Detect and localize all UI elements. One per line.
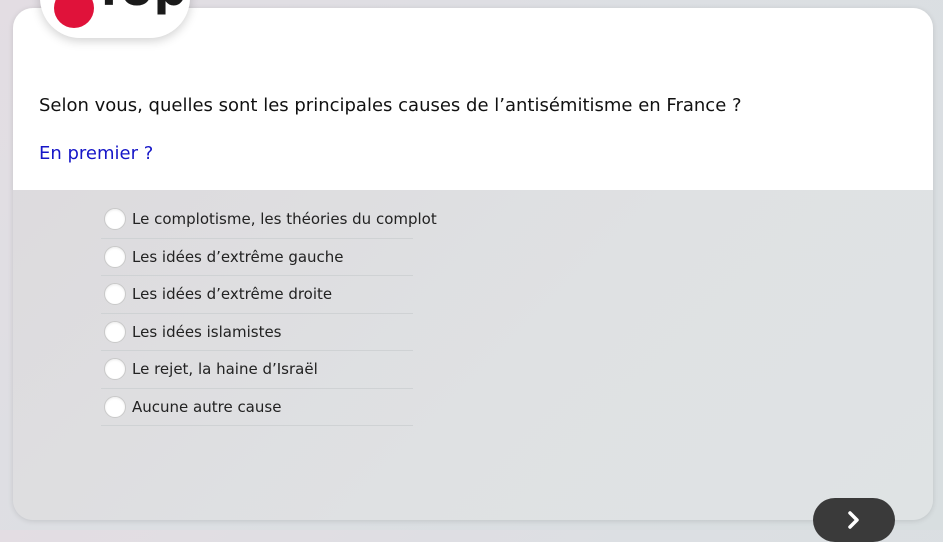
option-rejet-israel[interactable]: Le rejet, la haine d’Israël [101,351,413,389]
radio-button[interactable] [104,283,126,306]
question-subprompt: En premier ? [39,143,154,164]
option-label: Les idées d’extrême droite [132,285,333,304]
radio-button[interactable] [104,395,126,418]
question-text: Selon vous, quelles sont les principales… [39,95,742,116]
radio-button[interactable] [104,320,126,343]
option-label: Les idées islamistes [132,322,282,341]
option-extreme-droite[interactable]: Les idées d’extrême droite [101,276,413,314]
logo-text: fop [100,0,188,12]
option-label: Le complotisme, les théories du complot [132,210,437,229]
survey-card: Selon vous, quelles sont les principales… [13,8,933,520]
option-islamistes[interactable]: Les idées islamistes [101,314,413,351]
logo-mark [54,0,94,28]
radio-button[interactable] [104,358,126,381]
option-aucune[interactable]: Aucune autre cause [101,389,413,426]
logo: fop [40,0,190,38]
answer-options: Le complotisme, les théories du complot … [101,201,437,426]
radio-button[interactable] [104,245,126,268]
option-label: Le rejet, la haine d’Israël [132,360,318,379]
option-label: Les idées d’extrême gauche [132,247,344,266]
radio-button[interactable] [104,208,126,231]
option-extreme-gauche[interactable]: Les idées d’extrême gauche [101,239,413,276]
next-button[interactable] [813,498,895,542]
chevron-right-icon [848,511,859,529]
option-label: Aucune autre cause [132,397,282,416]
option-complotisme[interactable]: Le complotisme, les théories du complot [101,201,437,239]
